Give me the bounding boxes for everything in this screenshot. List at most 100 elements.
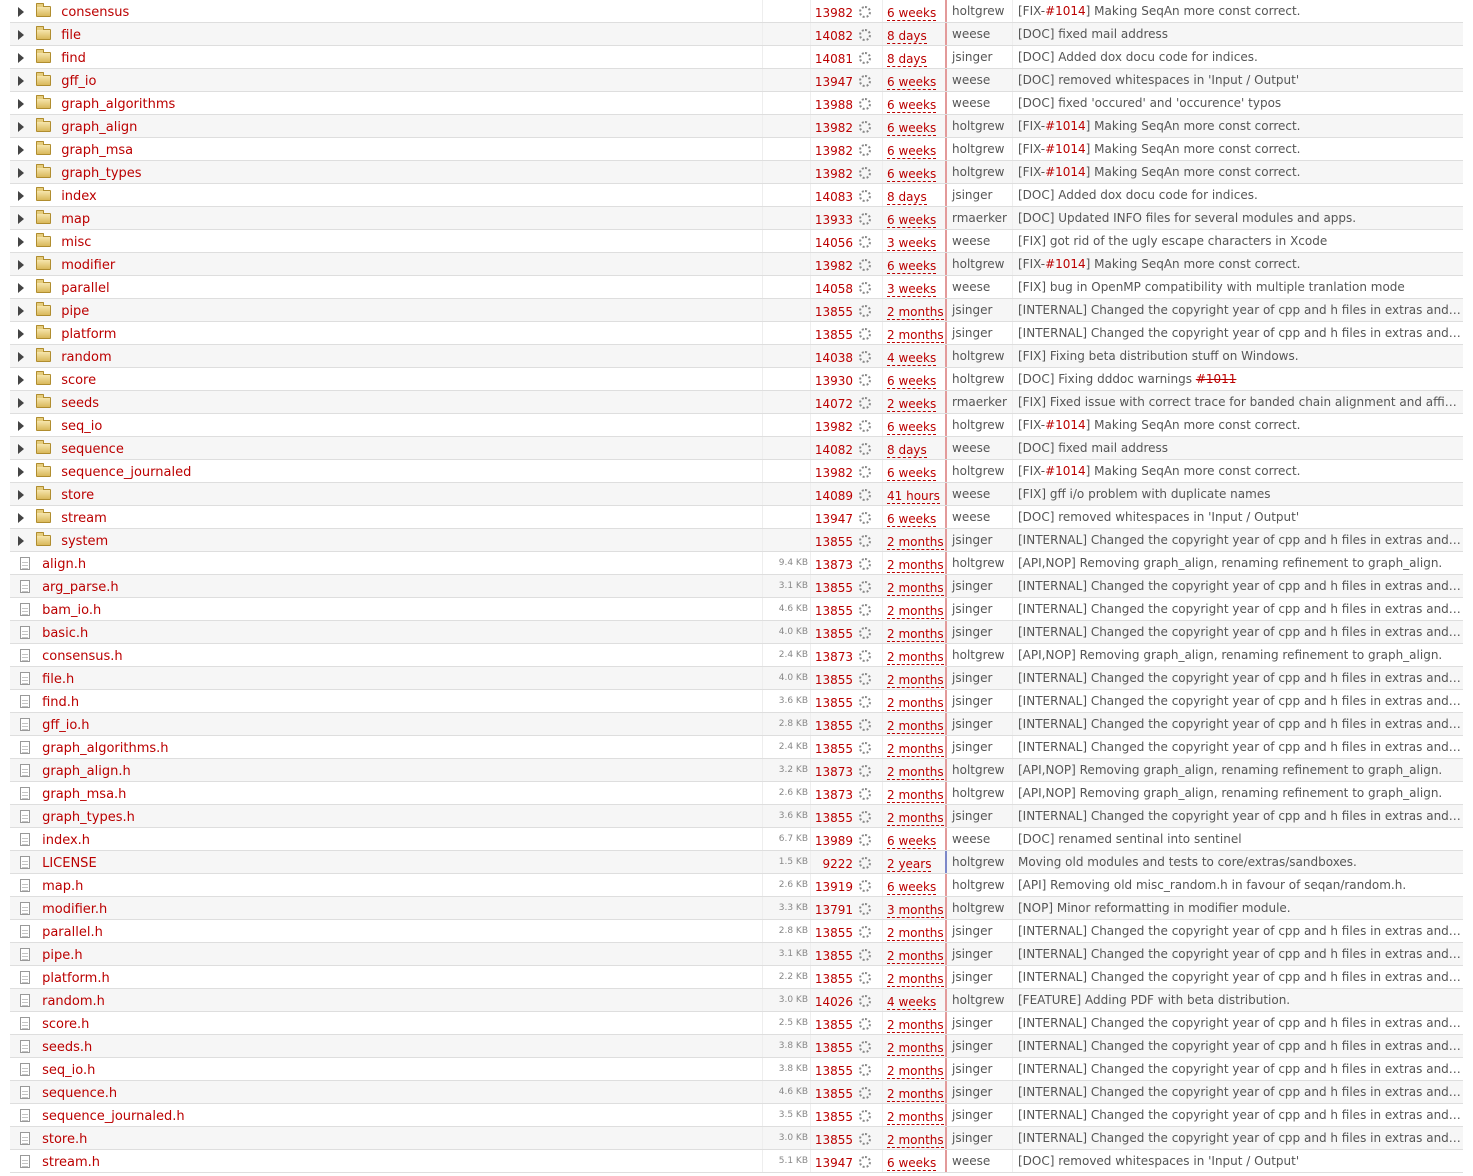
gear-icon[interactable] xyxy=(859,281,871,294)
entry-name-link[interactable]: system xyxy=(61,534,108,549)
gear-icon[interactable] xyxy=(859,833,871,846)
entry-name-link[interactable]: map xyxy=(61,212,90,227)
entry-name-link[interactable]: consensus xyxy=(61,5,129,20)
gear-icon[interactable] xyxy=(859,764,871,777)
expand-triangle-icon[interactable] xyxy=(18,52,24,63)
revision-link[interactable]: 13989 xyxy=(811,830,853,850)
ticket-link[interactable]: #1014 xyxy=(1045,257,1086,271)
entry-name-link[interactable]: gff_io.h xyxy=(42,718,89,733)
expand-triangle-icon[interactable] xyxy=(18,121,24,132)
gear-icon[interactable] xyxy=(859,603,871,616)
entry-name-link[interactable]: graph_msa.h xyxy=(42,787,126,802)
revision-link[interactable]: 13873 xyxy=(811,761,853,781)
revision-link[interactable]: 13982 xyxy=(811,416,853,436)
revision-link[interactable]: 14038 xyxy=(811,347,853,367)
expand-triangle-icon[interactable] xyxy=(18,190,24,201)
entry-name-link[interactable]: find xyxy=(61,51,86,66)
age-link[interactable]: 6 weeks xyxy=(887,512,937,527)
gear-icon[interactable] xyxy=(859,350,871,363)
entry-name-link[interactable]: index.h xyxy=(42,833,90,848)
revision-link[interactable]: 13855 xyxy=(811,1083,853,1103)
age-link[interactable]: 6 weeks xyxy=(887,213,937,228)
gear-icon[interactable] xyxy=(859,1086,871,1099)
revision-link[interactable]: 13982 xyxy=(811,117,853,137)
revision-link[interactable]: 13873 xyxy=(811,784,853,804)
entry-name-link[interactable]: graph_align.h xyxy=(42,764,131,779)
age-link[interactable]: 2 months xyxy=(887,949,944,964)
entry-name-link[interactable]: pipe xyxy=(61,304,89,319)
age-link[interactable]: 2 months xyxy=(887,765,944,780)
age-link[interactable]: 2 months xyxy=(887,1110,944,1125)
age-link[interactable]: 2 months xyxy=(887,581,944,596)
revision-link[interactable]: 13855 xyxy=(811,715,853,735)
entry-name-link[interactable]: store xyxy=(61,488,94,503)
ticket-link[interactable]: #1014 xyxy=(1045,464,1086,478)
expand-triangle-icon[interactable] xyxy=(18,512,24,523)
age-link[interactable]: 6 weeks xyxy=(887,144,937,159)
gear-icon[interactable] xyxy=(859,120,871,133)
age-link[interactable]: 6 weeks xyxy=(887,167,937,182)
age-link[interactable]: 2 months xyxy=(887,972,944,987)
age-link[interactable]: 6 weeks xyxy=(887,98,937,113)
age-link[interactable]: 6 weeks xyxy=(887,259,937,274)
revision-link[interactable]: 13919 xyxy=(811,876,853,896)
gear-icon[interactable] xyxy=(859,28,871,41)
gear-icon[interactable] xyxy=(859,143,871,156)
age-link[interactable]: 8 days xyxy=(887,443,927,458)
age-link[interactable]: 8 days xyxy=(887,29,927,44)
age-link[interactable]: 6 weeks xyxy=(887,374,937,389)
revision-link[interactable]: 13982 xyxy=(811,163,853,183)
revision-link[interactable]: 13855 xyxy=(811,669,853,689)
revision-link[interactable]: 13947 xyxy=(811,1152,853,1172)
expand-triangle-icon[interactable] xyxy=(18,213,24,224)
revision-link[interactable]: 13947 xyxy=(811,508,853,528)
revision-link[interactable]: 14072 xyxy=(811,393,853,413)
gear-icon[interactable] xyxy=(859,948,871,961)
revision-link[interactable]: 13855 xyxy=(811,1037,853,1057)
gear-icon[interactable] xyxy=(859,810,871,823)
revision-link[interactable]: 13873 xyxy=(811,646,853,666)
age-link[interactable]: 2 months xyxy=(887,1133,944,1148)
gear-icon[interactable] xyxy=(859,442,871,455)
gear-icon[interactable] xyxy=(859,97,871,110)
entry-name-link[interactable]: graph_types.h xyxy=(42,810,135,825)
age-link[interactable]: 2 months xyxy=(887,305,944,320)
entry-name-link[interactable]: sequence_journaled xyxy=(61,465,191,480)
entry-name-link[interactable]: find.h xyxy=(42,695,79,710)
expand-triangle-icon[interactable] xyxy=(18,282,24,293)
revision-link[interactable]: 14081 xyxy=(811,48,853,68)
revision-link[interactable]: 13933 xyxy=(811,209,853,229)
gear-icon[interactable] xyxy=(859,488,871,501)
entry-name-link[interactable]: gff_io xyxy=(61,74,96,89)
age-link[interactable]: 8 days xyxy=(887,52,927,67)
age-link[interactable]: 2 months xyxy=(887,1018,944,1033)
ticket-link[interactable]: #1014 xyxy=(1045,142,1086,156)
expand-triangle-icon[interactable] xyxy=(18,351,24,362)
age-link[interactable]: 2 months xyxy=(887,696,944,711)
entry-name-link[interactable]: graph_algorithms.h xyxy=(42,741,168,756)
age-link[interactable]: 6 weeks xyxy=(887,75,937,90)
revision-link[interactable]: 13982 xyxy=(811,2,853,22)
revision-link[interactable]: 13988 xyxy=(811,94,853,114)
gear-icon[interactable] xyxy=(859,626,871,639)
revision-link[interactable]: 13855 xyxy=(811,600,853,620)
age-link[interactable]: 3 months xyxy=(887,903,944,918)
revision-link[interactable]: 14083 xyxy=(811,186,853,206)
entry-name-link[interactable]: stream.h xyxy=(42,1155,100,1170)
expand-triangle-icon[interactable] xyxy=(18,420,24,431)
gear-icon[interactable] xyxy=(859,327,871,340)
gear-icon[interactable] xyxy=(859,902,871,915)
age-link[interactable]: 8 days xyxy=(887,190,927,205)
revision-link[interactable]: 13855 xyxy=(811,623,853,643)
age-link[interactable]: 6 weeks xyxy=(887,880,937,895)
revision-link[interactable]: 13855 xyxy=(811,922,853,942)
age-link[interactable]: 6 weeks xyxy=(887,834,937,849)
age-link[interactable]: 2 months xyxy=(887,719,944,734)
entry-name-link[interactable]: sequence.h xyxy=(42,1086,117,1101)
expand-triangle-icon[interactable] xyxy=(18,144,24,155)
revision-link[interactable]: 14082 xyxy=(811,25,853,45)
entry-name-link[interactable]: seq_io.h xyxy=(42,1063,95,1078)
ticket-link[interactable]: #1014 xyxy=(1045,165,1086,179)
revision-link[interactable]: 13855 xyxy=(811,1014,853,1034)
revision-link[interactable]: 13855 xyxy=(811,1129,853,1149)
